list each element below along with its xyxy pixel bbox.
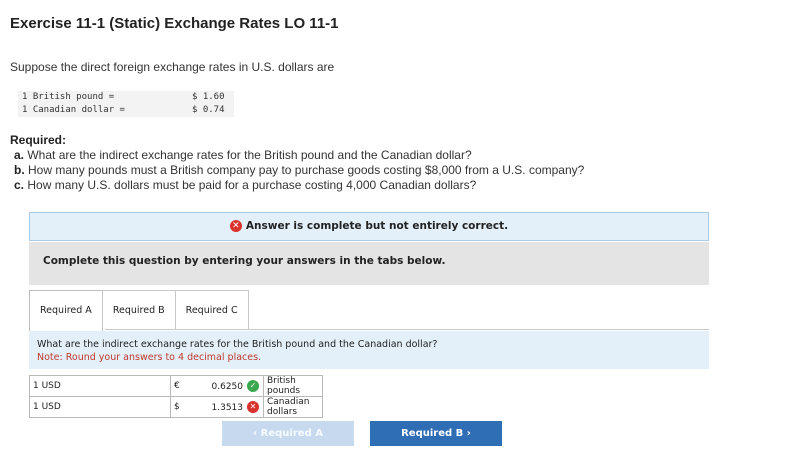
check-circle-icon: ✓ — [247, 380, 259, 392]
rate-row-pound: 1 British pound = $ 1.60 — [18, 91, 234, 104]
feedback-text: Answer is complete but not entirely corr… — [245, 220, 509, 232]
page-title: Exercise 11-1 (Static) Exchange Rates LO… — [10, 15, 339, 32]
tab-required-b[interactable]: Required B — [101, 290, 176, 329]
rate-value: $ 1.60 — [192, 92, 225, 102]
table-row: 1 USD $ 1.3513 ✕ Canadian dollars — [29, 396, 323, 418]
exchange-rates-table: 1 British pound = $ 1.60 1 Canadian doll… — [18, 91, 234, 117]
currency-symbol: € — [170, 375, 197, 397]
currency-symbol: $ — [170, 396, 197, 418]
rate-row-canadian-dollar: 1 Canadian dollar = $ 0.74 — [18, 104, 234, 117]
question-letter: c. — [14, 178, 25, 192]
question-b: b. How many pounds must a British compan… — [14, 163, 584, 178]
questions-list: a. What are the indirect exchange rates … — [14, 148, 584, 193]
question-c: c. How many U.S. dollars must be paid fo… — [14, 178, 584, 193]
tab-panel: What are the indirect exchange rates for… — [29, 331, 709, 369]
required-heading: Required: — [10, 133, 67, 147]
x-circle-icon: ✕ — [229, 220, 242, 232]
next-required-b-button[interactable]: Required B › — [370, 421, 502, 446]
instruction-bar: Complete this question by entering your … — [29, 242, 709, 285]
from-cell: 1 USD — [29, 375, 171, 397]
tab-bar: Required A Required B Required C — [29, 290, 249, 331]
answer-input[interactable]: 0.6250 ✓ — [197, 375, 264, 397]
rate-label: 1 Canadian dollar = — [22, 105, 125, 115]
feedback-banner: ✕ Answer is complete but not entirely cor… — [29, 212, 709, 241]
tab-note: Note: Round your answers to 4 decimal pl… — [37, 352, 262, 363]
tab-divider — [105, 329, 709, 330]
tab-required-a[interactable]: Required A — [29, 290, 103, 331]
question-letter: a. — [14, 148, 25, 162]
question-text: What are the indirect exchange rates for… — [27, 148, 472, 162]
question-text: How many U.S. dollars must be paid for a… — [27, 178, 477, 192]
question-text: How many pounds must a British company p… — [28, 163, 585, 177]
intro-text: Suppose the direct foreign exchange rate… — [10, 60, 335, 74]
rate-label: 1 British pound = — [22, 92, 115, 102]
answer-value[interactable]: 0.6250 — [212, 382, 244, 392]
rate-value: $ 0.74 — [192, 105, 225, 115]
from-cell: 1 USD — [29, 396, 171, 418]
currency-name: British pounds — [263, 375, 323, 397]
answer-input[interactable]: 1.3513 ✕ — [197, 396, 264, 418]
currency-name: Canadian dollars — [263, 396, 323, 418]
prev-required-a-button[interactable]: ‹ Required A — [222, 421, 354, 446]
table-row: 1 USD € 0.6250 ✓ British pounds — [29, 375, 323, 397]
answer-value[interactable]: 1.3513 — [212, 403, 244, 413]
answer-table: 1 USD € 0.6250 ✓ British pounds 1 USD $ 1… — [29, 375, 323, 418]
tab-question: What are the indirect exchange rates for… — [37, 339, 438, 350]
x-circle-icon: ✕ — [247, 401, 259, 413]
question-letter: b. — [14, 163, 25, 177]
question-a: a. What are the indirect exchange rates … — [14, 148, 584, 163]
tab-required-c[interactable]: Required C — [174, 290, 249, 329]
